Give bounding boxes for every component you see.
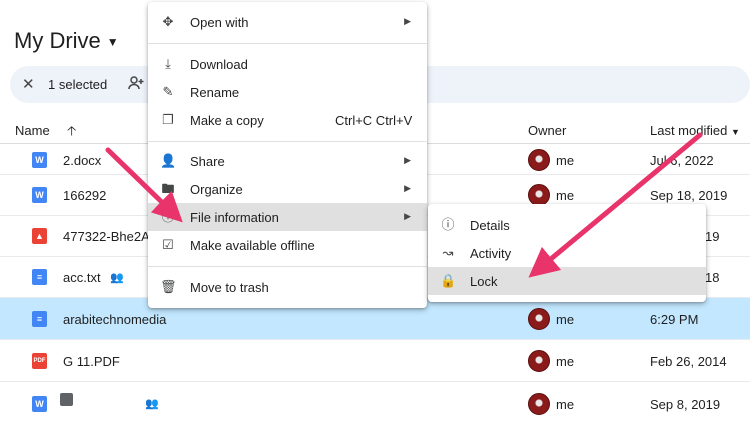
menu-item-details[interactable]: ⓘ Details <box>428 211 706 239</box>
submenu-arrow-icon: ▶ <box>404 183 411 193</box>
page-title: My Drive <box>14 28 101 53</box>
avatar <box>528 308 550 330</box>
menu-item-activity[interactable]: ↝ Activity <box>428 239 706 267</box>
menu-item-label: File information <box>190 210 279 225</box>
modified-date: Sep 8, 2019 <box>650 397 721 412</box>
person-add-icon: 👤 <box>160 153 177 168</box>
info-icon: ⓘ <box>441 217 455 232</box>
trash-icon: 🗑 <box>160 279 177 294</box>
shared-people-icon: 👥 <box>145 398 159 410</box>
info-icon: ⓘ <box>161 209 175 224</box>
sort-arrow-up-icon[interactable]: 🡡 <box>67 122 76 144</box>
owner-name: me <box>556 397 575 412</box>
menu-item-label: Download <box>190 57 248 72</box>
file-name: acc.txt <box>63 270 101 285</box>
menu-item-available-offline[interactable]: ☑ Make available offline <box>148 231 427 259</box>
modified-date: Sep 18, 2019 <box>650 188 728 203</box>
menu-divider <box>148 266 427 267</box>
last-modified-label: Last modified <box>650 123 728 138</box>
word-icon: W <box>32 152 47 168</box>
submenu-arrow-icon: ▶ <box>404 211 411 221</box>
docs-file-icon: ≡ <box>32 311 47 327</box>
modified-date: 18 <box>705 270 720 285</box>
image-file-icon: ▲ <box>32 228 47 244</box>
menu-item-make-copy[interactable]: ❐ Make a copy Ctrl+C Ctrl+V <box>148 106 427 134</box>
caret-down-icon: ▼ <box>106 35 119 49</box>
sort-caret-down-icon: ▼ <box>730 127 740 137</box>
last-modified-column-header[interactable]: Last modified ▼ <box>650 123 740 138</box>
menu-divider <box>148 141 427 142</box>
menu-item-label: Activity <box>470 246 512 261</box>
menu-item-label: Move to trash <box>190 280 269 295</box>
modified-date: 19 <box>705 229 720 244</box>
menu-item-label: Open with <box>190 15 249 30</box>
avatar <box>528 393 550 415</box>
activity-trend-icon: ↝ <box>442 245 454 260</box>
menu-item-file-information[interactable]: ⓘ File information ▶ <box>148 203 427 231</box>
pencil-icon: ✎ <box>162 84 174 99</box>
menu-item-label: Rename <box>190 85 240 100</box>
folder-move-icon: 🖿 <box>161 181 175 196</box>
menu-item-rename[interactable]: ✎ Rename <box>148 78 427 106</box>
shared-people-icon: 👥 <box>110 272 124 284</box>
avatar <box>528 350 550 372</box>
owner-name: me <box>556 354 575 369</box>
table-row[interactable]: PDF G 11.PDF me Feb 26, 2014 <box>0 340 750 382</box>
owner-name: me <box>556 153 575 168</box>
clear-selection-icon[interactable]: ✕ <box>22 75 35 93</box>
menu-item-label: Details <box>470 218 510 233</box>
word-icon: W <box>32 187 47 203</box>
menu-item-open-with[interactable]: ✥ Open with ▶ <box>148 8 427 36</box>
modified-date: Jul 6, 2022 <box>650 153 714 168</box>
menu-item-label: Lock <box>470 274 498 289</box>
modified-date: 6:29 PM <box>650 312 699 327</box>
menu-item-move-to-trash[interactable]: 🗑 Move to trash <box>148 273 427 301</box>
submenu-arrow-icon: ▶ <box>404 16 411 26</box>
owner-column-header[interactable]: Owner <box>528 123 566 138</box>
file-name: 166292 <box>63 188 107 203</box>
lock-icon: 🔒 <box>440 273 457 288</box>
menu-item-lock[interactable]: 🔒 Lock <box>428 267 706 295</box>
redacted-name-block <box>60 393 73 406</box>
text-file-icon: ≡ <box>32 269 47 285</box>
file-name: arabitechnomedia <box>63 312 167 327</box>
menu-item-label: Make a copy <box>190 113 264 128</box>
menu-item-download[interactable]: ⤓ Download <box>148 50 427 78</box>
menu-item-organize[interactable]: 🖿 Organize ▶ <box>148 175 427 203</box>
avatar <box>528 149 550 171</box>
file-name: 2.docx <box>63 153 102 168</box>
share-person-add-icon[interactable] <box>128 75 144 96</box>
copy-icon: ❐ <box>162 112 174 127</box>
offline-check-icon: ☑ <box>162 237 174 252</box>
owner-name: me <box>556 312 575 327</box>
move-arrows-icon: ✥ <box>162 14 174 29</box>
menu-item-label: Make available offline <box>190 238 315 253</box>
menu-item-share[interactable]: 👤 Share ▶ <box>148 147 427 175</box>
file-name: G 11.PDF <box>63 354 120 369</box>
menu-divider <box>148 43 427 44</box>
submenu-arrow-icon: ▶ <box>404 155 411 165</box>
menu-item-label: Organize <box>190 182 243 197</box>
avatar <box>528 184 550 206</box>
selection-count: 1 selected <box>48 77 108 92</box>
modified-date: Feb 26, 2014 <box>650 354 727 369</box>
my-drive-title[interactable]: My Drive ▼ <box>14 28 119 54</box>
owner-name: me <box>556 188 575 203</box>
pdf-icon: PDF <box>32 353 47 369</box>
shortcut-hint: Ctrl+C Ctrl+V <box>335 113 413 128</box>
file-information-submenu: ⓘ Details ↝ Activity 🔒 Lock <box>428 204 706 302</box>
download-icon: ⤓ <box>165 56 171 71</box>
name-column-header[interactable]: Name <box>15 123 50 138</box>
menu-item-label: Share <box>190 154 225 169</box>
context-menu: ✥ Open with ▶ ⤓ Download ✎ Rename ❐ Make… <box>148 2 427 308</box>
word-icon: W <box>32 396 47 412</box>
file-name: 477322-Bhe2A <box>63 229 150 244</box>
table-row[interactable]: W 👥 me Sep 8, 2019 <box>0 382 750 425</box>
